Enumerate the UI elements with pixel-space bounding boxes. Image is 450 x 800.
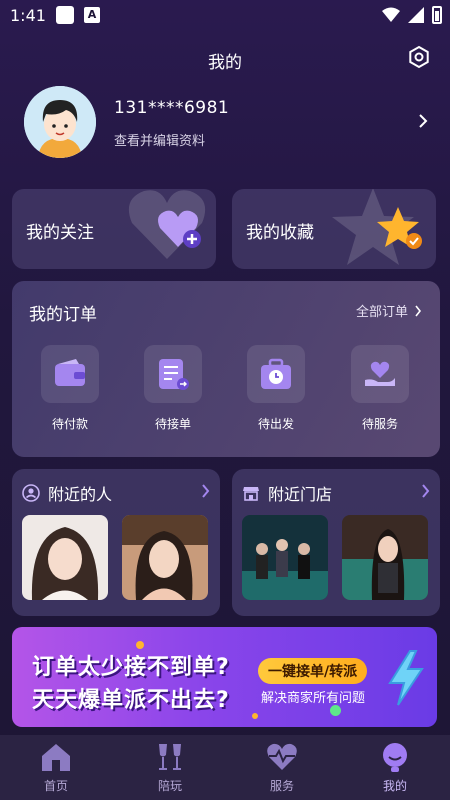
order-icon-box <box>41 345 99 403</box>
signal-icon <box>408 7 424 23</box>
my-follow-label: 我的关注 <box>26 223 94 243</box>
nearby-people-title: 附近的人 <box>48 485 113 504</box>
store-photo[interactable] <box>342 515 428 600</box>
decorative-dot <box>252 713 258 719</box>
decorative-dot <box>330 705 341 716</box>
chevron-right-icon[interactable] <box>421 484 430 498</box>
decorative-dot <box>136 641 144 649</box>
settings-icon[interactable] <box>406 44 432 70</box>
banner-headline-1: 订单太少接不到单? <box>32 655 230 680</box>
order-icon-box <box>247 345 305 403</box>
nearby-stores-header: 附近门店 <box>242 481 332 505</box>
my-collection-label: 我的收藏 <box>246 223 314 243</box>
home-icon <box>42 744 70 771</box>
order-pending-service[interactable]: 待服务 <box>345 345 415 432</box>
tab-home[interactable]: 首页 <box>16 741 96 794</box>
heart-hand-icon <box>365 361 395 386</box>
all-orders-link[interactable]: 全部订单 <box>356 301 422 320</box>
banner-subtitle: 解决商家所有问题 <box>261 691 366 706</box>
nearby-people-header: 附近的人 <box>22 481 112 505</box>
heart-plus-icon <box>158 210 201 248</box>
page-title: 我的 <box>208 53 242 73</box>
banner-headline-2: 天天爆单派不出去? <box>32 688 230 713</box>
order-pending-payment[interactable]: 待付款 <box>35 345 105 432</box>
profile-icon <box>383 743 407 772</box>
wallet-icon <box>55 359 85 386</box>
nearby-stores-card[interactable]: 附近门店 <box>232 469 440 616</box>
lightning-icon <box>388 650 424 706</box>
status-icons <box>382 6 442 24</box>
battery-icon <box>432 6 442 24</box>
tab-companion[interactable]: 陪玩 <box>130 741 210 794</box>
notification-icon <box>56 6 74 24</box>
order-label: 待服务 <box>361 417 398 431</box>
avatar[interactable] <box>24 86 96 158</box>
nearby-stores-title: 附近门店 <box>268 485 333 504</box>
nearby-person-photo[interactable] <box>22 515 108 600</box>
status-bar: 1:41 A <box>0 0 450 30</box>
star-check-icon <box>377 207 422 249</box>
store-icon <box>243 487 259 501</box>
order-label: 待接单 <box>154 417 191 431</box>
all-orders-label: 全部订单 <box>355 305 408 320</box>
location-person-icon <box>22 484 40 502</box>
screen: 1:41 A 我的 131****6981 查看并编辑资料 我的关注 我的收藏 … <box>0 0 450 800</box>
tab-label: 我的 <box>382 779 407 793</box>
tab-label: 陪玩 <box>157 779 182 793</box>
app-notification-icon: A <box>84 7 100 23</box>
order-pending-depart[interactable]: 待出发 <box>241 345 311 432</box>
my-follow-card[interactable]: 我的关注 <box>12 189 216 269</box>
cheers-icon <box>159 744 181 770</box>
tab-label: 服务 <box>269 779 294 793</box>
edit-profile-link[interactable]: 查看并编辑资料 <box>114 130 205 149</box>
orders-title: 我的订单 <box>29 305 97 325</box>
tab-mine[interactable]: 我的 <box>355 741 435 794</box>
chevron-right-icon[interactable] <box>416 113 430 129</box>
my-collection-card[interactable]: 我的收藏 <box>232 189 436 269</box>
my-orders-card: 我的订单 全部订单 待付款 待接单 待出发 待服务 <box>12 281 440 457</box>
order-icon-box <box>144 345 202 403</box>
order-pending-accept[interactable]: 待接单 <box>138 345 208 432</box>
user-phone: 131****6981 <box>114 98 230 118</box>
order-label: 待付款 <box>51 417 88 431</box>
chevron-right-icon[interactable] <box>201 484 210 498</box>
order-label: 待出发 <box>257 417 294 431</box>
one-click-accept-button[interactable]: 一键接单/转派 <box>258 658 368 684</box>
store-photo[interactable] <box>242 515 328 600</box>
avatar-illustration <box>24 86 96 158</box>
suitcase-clock-icon <box>261 358 291 389</box>
nearby-person-photo[interactable] <box>122 515 208 600</box>
status-time: 1:41 <box>10 6 46 25</box>
heartbeat-icon <box>267 743 297 770</box>
tab-service[interactable]: 服务 <box>242 741 322 794</box>
order-list-icon <box>159 359 189 390</box>
order-icon-box <box>351 345 409 403</box>
wifi-icon <box>382 7 400 22</box>
nearby-people-card[interactable]: 附近的人 <box>12 469 220 616</box>
bottom-tab-bar: 首页 陪玩 服务 我的 <box>0 735 450 800</box>
tab-label: 首页 <box>43 779 68 793</box>
merchant-promo-banner[interactable]: 订单太少接不到单? 天天爆单派不出去? 一键接单/转派 解决商家所有问题 <box>12 627 437 727</box>
chevron-right-icon <box>415 305 422 316</box>
